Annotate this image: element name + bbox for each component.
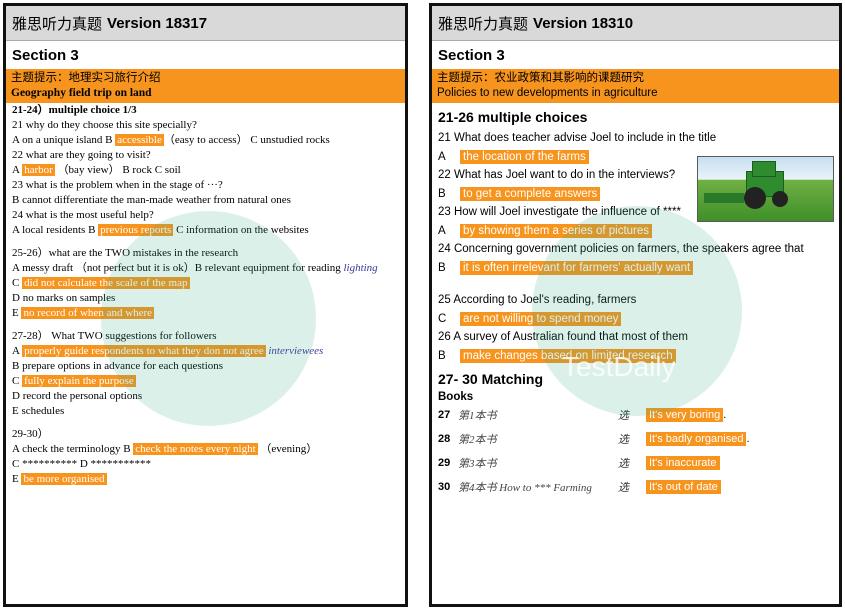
right-topic-banner: 主题提示：农业政策和其影响的课题研究 Policies to new devel… [432,69,839,103]
match-number: 28 [438,433,451,445]
match-book: 第4本书 How to *** Farming [458,482,592,494]
q21-option-a: A on a unique island B [12,134,113,146]
r-q22-answer: to get a complete answers [460,186,601,201]
left-header-title: 雅思听力真题 [12,14,103,33]
match-row: 28 第2本书 选 It's badly organised. [438,427,833,451]
left-header: 雅思听力真题 Version 18317 [6,6,405,41]
tractor-photo [697,156,834,222]
q29-options: A check the terminology B check the note… [12,442,399,457]
left-topic-cn: 主题提示：地理实习旅行介绍 [11,72,161,84]
match-number: 30 [438,481,451,493]
match-book: 第1本书 [458,410,497,422]
q23-option-b: B cannot differentiate the man-made weat… [12,194,291,206]
r-q23-letter: A [438,224,446,237]
q22-text: 22 what are they going to visit? [12,149,151,161]
r-q21-answer: the location of the farms [460,149,589,164]
q25-option-a-note: lighting [343,262,378,274]
watermark-logo [532,206,742,416]
match-select-label: 选 [618,458,629,470]
match-answer: It's out of date [646,480,721,494]
q29-options-cd: C ********** D *********** [12,458,152,470]
mc-heading: 21-26 multiple choices [438,109,588,125]
left-topic-en: Geography field trip on land [11,87,152,99]
q21-heading: 21-24）multiple choice 1/3 [12,104,137,116]
q29-option-a: A check the terminology B [12,443,131,455]
left-document-panel: 雅思听力真题 Version 18317 Section 3 主题提示：地理实习… [3,3,408,607]
q29-answer-e: be more organised [21,473,107,485]
match-tail: . [723,409,727,421]
left-section-title: Section 3 [12,47,79,64]
watermark-logo [101,211,316,426]
left-topic-banner: 主题提示：地理实习旅行介绍 Geography field trip on la… [6,69,405,103]
r-q21-letter: A [438,150,446,163]
match-answer: It's badly organised [646,432,747,446]
match-tail: . [746,433,750,445]
match-book: 第2本书 [458,434,497,446]
match-answer: It's inaccurate [646,456,720,470]
q21-text: 21 why do they choose this site speciall… [12,119,197,131]
q29-letter-e: E [12,473,19,485]
q29-answer: check the notes every night [133,443,258,455]
match-number: 29 [438,457,451,469]
matching-list: 27 第1本书 选 It's very boring. 28 第2本书 选 It… [438,403,833,499]
left-header-version: Version 18317 [107,14,208,32]
match-select-label: 选 [618,482,629,494]
q29-heading: 29-30） [12,428,49,440]
right-document-panel: TestDaily 雅思听力真题 Version 18310 Section 3… [429,3,842,607]
q22-answer: harbor [22,164,55,176]
q22-option-rest: （bay view） B rock C soil [57,164,181,176]
right-topic-cn: 主题提示：农业政策和其影响的课题研究 [437,72,644,84]
right-header: 雅思听力真题 Version 18310 [432,6,839,41]
watermark-text: TestDaily [562,351,676,382]
right-header-version: Version 18310 [533,14,634,32]
match-row: 29 第3本书 选 It's inaccurate [438,451,833,475]
match-number: 27 [438,409,451,421]
q29-option-rest: （evening） [260,443,318,455]
q24-option-a: A local residents B [12,224,96,236]
q22-option-a: A [12,164,20,176]
q29-option-e: E be more organised [12,472,399,487]
q25-letter-c: C [12,277,20,289]
q27-letter-c: C [12,375,20,387]
q23-text: 23 what is the problem when in the stage… [12,179,223,191]
right-header-title: 雅思听力真题 [438,14,529,33]
match-select-label: 选 [618,434,629,446]
right-topic-en: Policies to new developments in agricult… [437,87,658,99]
q25-letter-e: E [12,307,19,319]
q21-option-rest: （easy to access） C unstudied rocks [163,134,330,146]
r-q22-letter: B [438,187,446,200]
q27-letter-a: A [12,345,20,357]
r-q26-letter: B [438,349,446,362]
q21-options: A on a unique island B accessible （easy t… [12,133,399,148]
match-book: 第3本书 [458,458,497,470]
q21-answer: accessible [115,134,164,146]
q22-options: A harbor （bay view） B rock C soil [12,163,399,178]
right-section-title: Section 3 [438,47,505,64]
match-row: 30 第4本书 How to *** Farming 选 It's out of… [438,475,833,499]
r-q25-letter: C [438,312,447,325]
r-q21-text: 21 What does teacher advise Joel to incl… [438,132,717,144]
r-q24-letter: B [438,261,446,274]
